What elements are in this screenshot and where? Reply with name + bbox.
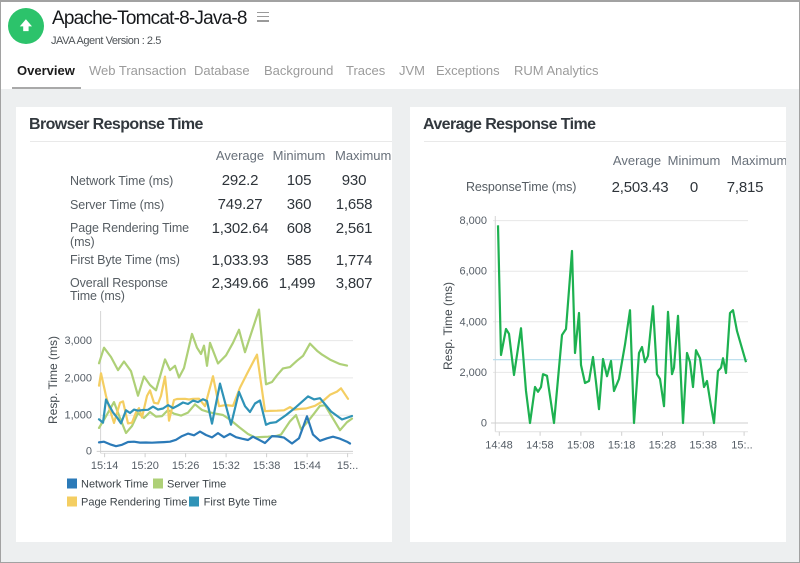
- svg-text:4,000: 4,000: [459, 316, 487, 328]
- svg-text:Server Time: Server Time: [167, 479, 226, 491]
- svg-text:Network Time: Network Time: [81, 479, 148, 491]
- svg-text:15:..: 15:..: [731, 440, 752, 452]
- svg-text:15:38: 15:38: [253, 460, 281, 472]
- svg-text:2,000: 2,000: [459, 367, 487, 379]
- svg-text:15:32: 15:32: [212, 460, 240, 472]
- svg-text:1,000: 1,000: [64, 410, 92, 422]
- svg-text:6,000: 6,000: [459, 266, 487, 278]
- svg-text:3,000: 3,000: [64, 335, 92, 347]
- svg-text:15:..: 15:..: [337, 460, 358, 472]
- svg-text:Page Rendering Time: Page Rendering Time: [81, 497, 187, 509]
- svg-text:2,000: 2,000: [64, 372, 92, 384]
- svg-text:15:26: 15:26: [172, 460, 200, 472]
- svg-text:15:44: 15:44: [293, 460, 321, 472]
- svg-text:14:48: 14:48: [485, 440, 513, 452]
- svg-text:15:08: 15:08: [567, 440, 595, 452]
- svg-text:First Byte Time: First Byte Time: [204, 497, 277, 509]
- svg-text:15:38: 15:38: [689, 440, 717, 452]
- svg-text:8,000: 8,000: [459, 215, 487, 227]
- svg-text:15:18: 15:18: [608, 440, 636, 452]
- svg-text:Resp. Time (ms): Resp. Time (ms): [46, 336, 60, 424]
- svg-text:0: 0: [86, 446, 92, 458]
- svg-text:15:28: 15:28: [649, 440, 677, 452]
- svg-text:0: 0: [481, 418, 487, 430]
- svg-text:15:20: 15:20: [131, 460, 159, 472]
- svg-text:Resp. Time (ms): Resp. Time (ms): [441, 282, 455, 370]
- svg-text:14:58: 14:58: [526, 440, 554, 452]
- svg-text:15:14: 15:14: [91, 460, 119, 472]
